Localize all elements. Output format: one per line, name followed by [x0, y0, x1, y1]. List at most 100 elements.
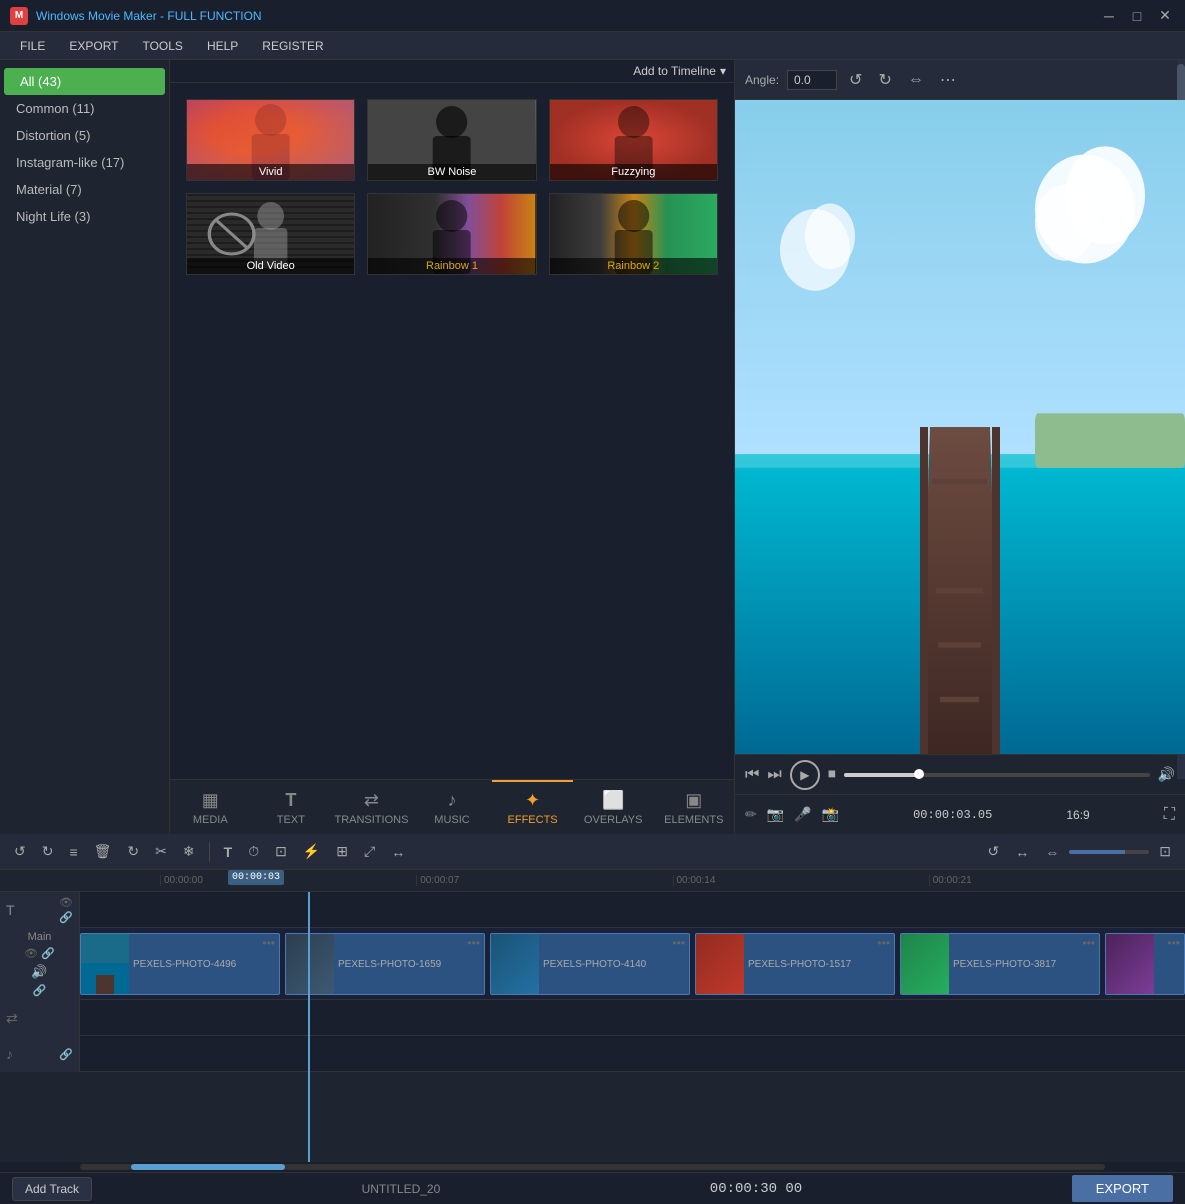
draw-tool[interactable]: ✏ [745, 806, 757, 823]
tab-text[interactable]: T TEXT [251, 780, 332, 834]
clip-beach-menu[interactable]: ••• [262, 936, 275, 950]
sidebar-item-instagram[interactable]: Instagram-like (17) [0, 149, 169, 176]
main-audio-link-icon[interactable]: 🔗 [33, 984, 47, 997]
menu-register[interactable]: REGISTER [250, 35, 335, 57]
main-track-controls: 👁 🔗 [24, 947, 55, 960]
tab-transitions[interactable]: ⇄ TRANSITIONS [331, 780, 412, 834]
zoom-fit-button[interactable]: ⊡ [1153, 839, 1177, 864]
timeline-scrollbar[interactable] [0, 1162, 1185, 1172]
timeline-ruler: 00:00:00 00:00:07 00:00:14 00:00:21 00:0… [0, 870, 1185, 892]
rotate-cw-button[interactable]: ↻ [874, 66, 895, 94]
status-filename: UNTITLED_20 [362, 1182, 441, 1196]
music-note-icon[interactable]: ♪ [6, 1046, 13, 1062]
clip-beach[interactable]: PEXELS-PHOTO-4496 ••• [80, 933, 280, 995]
close-button[interactable]: ✕ [1155, 6, 1175, 26]
tab-effects[interactable]: ✦ EFFECTS [492, 780, 573, 834]
reverse-button[interactable]: ↔ [385, 840, 411, 864]
sidebar-item-common[interactable]: Common (11) [0, 95, 169, 122]
music-icon: ♪ [448, 790, 457, 811]
tab-elements[interactable]: ▣ ELEMENTS [653, 780, 734, 834]
clip-water-menu[interactable]: ••• [672, 936, 685, 950]
timer-button[interactable]: ⏱ [242, 839, 265, 864]
text-visibility-icon[interactable]: 👁 [59, 896, 73, 909]
clip-green[interactable]: PEXELS-PHOTO-3817 ••• [900, 933, 1100, 995]
fullscreen-button[interactable]: ⛶ [1164, 806, 1175, 824]
maximize-button[interactable]: □ [1127, 6, 1147, 26]
timeline-tracks-container: T 👁 🔗 Main 👁 🔗 🔊 🔗 [0, 892, 1185, 1162]
clip-flower[interactable]: PEXELS-PHOTO-1517 ••• [695, 933, 895, 995]
speed-button[interactable]: ⚡ [297, 839, 326, 864]
crop-button[interactable]: ⊞ [330, 839, 354, 864]
sidebar-item-nightlife[interactable]: Night Life (3) [0, 203, 169, 230]
redo-button[interactable]: ↻ [36, 839, 60, 864]
clip-flower-menu[interactable]: ••• [877, 936, 890, 950]
step-back-button[interactable]: ⏭ [767, 766, 781, 784]
delete-clip-button[interactable]: 🗑 [88, 839, 118, 864]
main-volume-icon[interactable]: 🔊 [31, 964, 47, 980]
effect-rainbow2-label: Rainbow 2 [550, 258, 717, 274]
freeze-button[interactable]: ❄ [177, 839, 201, 864]
timeline-scrollbar-thumb[interactable] [131, 1164, 285, 1170]
rotate-ccw-button[interactable]: ↺ [845, 66, 866, 94]
menu-file[interactable]: FILE [8, 35, 57, 57]
angle-input[interactable] [787, 70, 837, 90]
undo-button[interactable]: ↺ [8, 839, 32, 864]
clip-blur[interactable]: PEXELS-PHOTO-1659 ••• [285, 933, 485, 995]
export-button[interactable]: EXPORT [1072, 1175, 1173, 1202]
progress-bar[interactable] [844, 773, 1150, 777]
text-link-icon[interactable]: 🔗 [59, 911, 73, 924]
split-button[interactable]: ✂ [149, 839, 173, 864]
camera-tool[interactable]: 📷 [767, 806, 784, 823]
flip-h-button[interactable]: ⇔ [904, 67, 928, 93]
effect-oldvideo[interactable]: Old Video [186, 193, 355, 275]
tab-music[interactable]: ♪ MUSIC [412, 780, 493, 834]
effects-icon: ✦ [525, 790, 540, 811]
text-overlay-button[interactable]: T [218, 840, 239, 864]
add-track-button[interactable]: Add Track [12, 1177, 92, 1201]
tab-overlays-label: OVERLAYS [584, 814, 643, 826]
menu-export[interactable]: EXPORT [57, 35, 130, 57]
screenshot-tool[interactable]: 📸 [822, 806, 839, 823]
split-audio-button[interactable]: ⇔ [1039, 840, 1065, 864]
sidebar-item-all[interactable]: All (43) [4, 68, 165, 95]
more-button[interactable]: ⋯ [936, 66, 960, 94]
skip-start-button[interactable]: ⏮ [745, 766, 759, 784]
main-link-icon[interactable]: 🔗 [41, 947, 55, 960]
mic-tool[interactable]: 🎤 [794, 806, 811, 823]
effect-bwnoise[interactable]: BW Noise [367, 99, 536, 181]
effect-vivid[interactable]: Vivid [186, 99, 355, 181]
minimize-button[interactable]: ─ [1099, 6, 1119, 26]
clip-green-menu[interactable]: ••• [1082, 936, 1095, 950]
pan-button[interactable]: ⤢ [358, 839, 381, 864]
effect-rainbow1[interactable]: Rainbow 1 [367, 193, 536, 275]
clip-last-menu[interactable]: ••• [1167, 936, 1180, 950]
loop-button[interactable]: ↺ [982, 839, 1006, 864]
clip-water[interactable]: PEXELS-PHOTO-4140 ••• [490, 933, 690, 995]
timeline-scrollbar-track[interactable] [80, 1164, 1105, 1170]
menu-tools[interactable]: TOOLS [130, 35, 194, 57]
text-track-row: T 👁 🔗 [0, 892, 1185, 928]
effects-grid-area: Vivid BW Noise [170, 83, 734, 779]
rotate-clip-button[interactable]: ↻ [121, 839, 145, 864]
right-panel: Angle: ↺ ↻ ⇔ ⋯ [735, 60, 1185, 834]
stop-button[interactable]: ⏹ [828, 766, 836, 784]
clip-blur-menu[interactable]: ••• [467, 936, 480, 950]
zoom-slider[interactable] [1069, 850, 1149, 854]
menu-help[interactable]: HELP [195, 35, 250, 57]
add-to-timeline-button[interactable]: Add to Timeline ▾ [633, 64, 726, 78]
play-button[interactable]: ▶ [790, 760, 820, 790]
music-link-icon[interactable]: 🔗 [59, 1048, 73, 1061]
timeline-settings-button[interactable]: ≡ [63, 840, 83, 864]
clip-last[interactable]: ••• [1105, 933, 1185, 995]
main-visibility-icon[interactable]: 👁 [24, 947, 38, 960]
tab-overlays[interactable]: ⬜ OVERLAYS [573, 780, 654, 834]
fit-button[interactable]: ⊡ [269, 839, 293, 864]
volume-icon[interactable]: 🔊 [1158, 766, 1175, 783]
effect-fuzzying[interactable]: Fuzzying [549, 99, 718, 181]
effect-rainbow2[interactable]: Rainbow 2 [549, 193, 718, 275]
sidebar-item-distortion[interactable]: Distortion (5) [0, 122, 169, 149]
tab-media[interactable]: ▦ MEDIA [170, 780, 251, 834]
sidebar-item-material[interactable]: Material (7) [0, 176, 169, 203]
sub-swap-icon[interactable]: ⇄ [6, 1010, 18, 1027]
snap-button[interactable]: ↔ [1009, 840, 1035, 864]
